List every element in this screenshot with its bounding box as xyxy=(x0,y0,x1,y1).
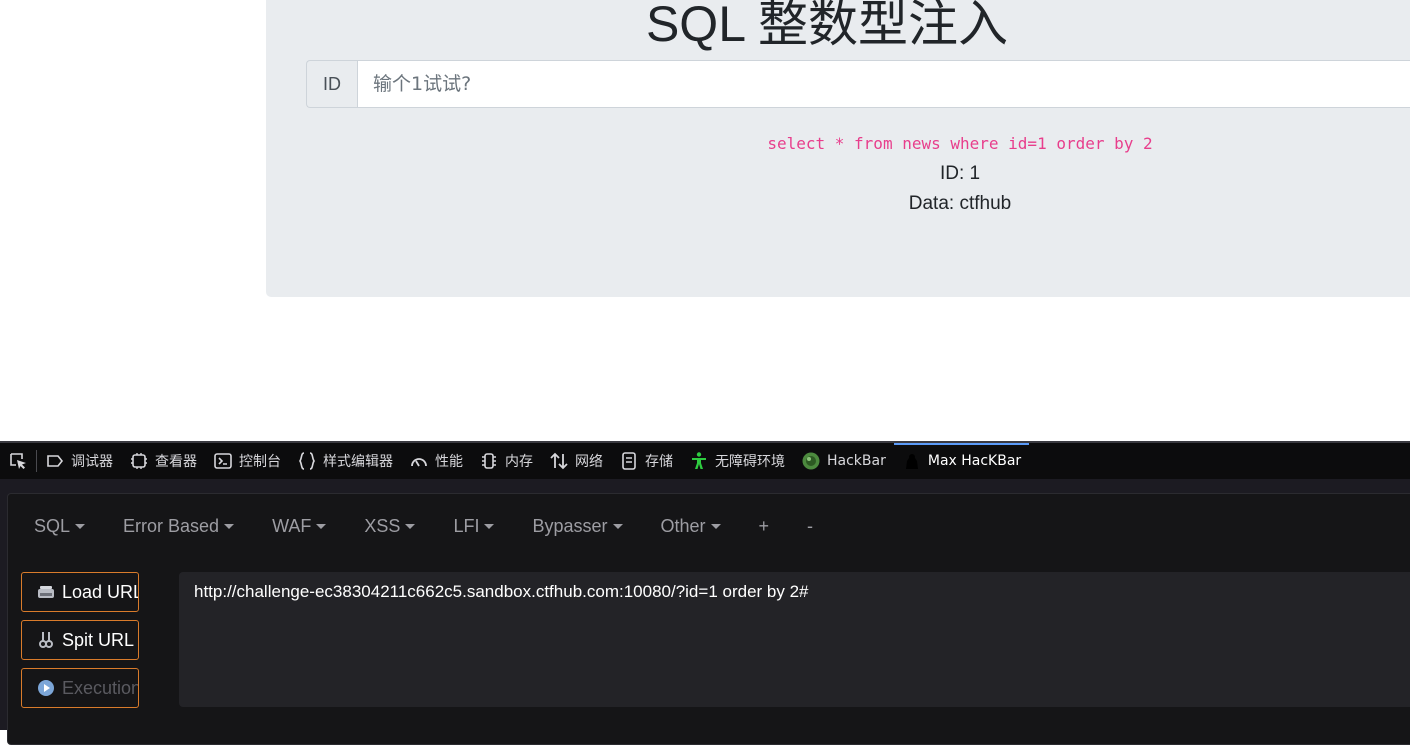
chevron-down-icon xyxy=(710,523,721,529)
hackbar-menu-item[interactable]: - xyxy=(807,516,813,537)
devtools-tab-network[interactable]: 网络 xyxy=(541,443,611,479)
devtools-tab-label: 无障碍环境 xyxy=(715,454,785,470)
storage-icon xyxy=(619,451,639,471)
devtools-tab-storage[interactable]: 存储 xyxy=(611,443,681,479)
devtools-tab-style-editor[interactable]: 样式编辑器 xyxy=(289,443,401,479)
devtools-tab-console[interactable]: 控制台 xyxy=(205,443,289,479)
chevron-down-icon xyxy=(484,523,495,529)
performance-icon xyxy=(409,451,429,471)
devtools-tab-memory[interactable]: 内存 xyxy=(471,443,541,479)
result-id: ID: 1 xyxy=(939,163,981,184)
split-url-button[interactable]: Spit URL xyxy=(21,620,139,660)
memory-icon xyxy=(479,451,499,471)
hackbar-menu-item[interactable]: SQL xyxy=(34,515,86,537)
play-icon xyxy=(38,680,54,696)
chevron-down-icon xyxy=(316,523,327,529)
hackbar-menu-label: Error Based xyxy=(123,515,220,536)
devtools-toolbar: 调试器 查看器 控制台 样式编辑器 性能 内存 网络 存储 无障碍环境 HackBar Max Ha… xyxy=(0,441,1410,479)
chevron-down-icon xyxy=(612,523,623,529)
drive-icon xyxy=(38,586,54,598)
hackbar-menu-item[interactable]: Other xyxy=(661,516,721,537)
hackbar-menu-label: SQL xyxy=(34,515,71,536)
devtools-tab-label: 网络 xyxy=(575,454,603,470)
result-data: Data: ctfhub xyxy=(908,193,1012,214)
hackbar-icon xyxy=(801,451,821,471)
split-url-label: Spit URL xyxy=(62,629,135,650)
devtools-tab-label: HackBar xyxy=(827,453,886,469)
input-prefix-label: ID xyxy=(306,60,357,108)
chevron-down-icon xyxy=(75,523,86,529)
accessibility-icon xyxy=(689,451,709,471)
scissors-icon xyxy=(39,632,53,648)
devtools-panel: 调试器 查看器 控制台 样式编辑器 性能 内存 网络 存储 无障碍环境 HackBar Max Ha… xyxy=(0,441,1410,745)
hackbar-menu-label: Other xyxy=(660,515,706,536)
hackbar-menu-label: LFI xyxy=(453,515,480,536)
hackbar-menu-label: + xyxy=(758,515,770,536)
hackbar-menu-item[interactable]: LFI xyxy=(453,515,495,537)
load-url-button[interactable]: Load URL xyxy=(21,572,139,612)
id-input[interactable] xyxy=(357,60,1410,108)
devtools-tab-label: 性能 xyxy=(435,454,463,470)
console-icon xyxy=(213,451,233,471)
devtools-tab-label: Max HacKBar xyxy=(927,453,1022,469)
devtools-tab-label: 内存 xyxy=(505,454,533,470)
chevron-down-icon xyxy=(405,523,416,529)
network-icon xyxy=(549,451,569,471)
devtools-tab-label: 调试器 xyxy=(71,454,113,470)
hackbar-menu-label: Bypasser xyxy=(532,515,608,536)
hackbar-panel: SQL Error Based WAF XSS LFI Bypasser Other + - L… xyxy=(7,493,1410,745)
hackbar-menu-item[interactable]: XSS xyxy=(364,515,416,537)
devtools-tab-label: 控制台 xyxy=(239,454,281,470)
page-title: SQL 整数型注入 xyxy=(645,0,1009,52)
hackbar-menu-item[interactable]: + xyxy=(759,516,770,537)
inspector-icon xyxy=(129,451,149,471)
hackbar-menu-label: WAF xyxy=(272,515,312,536)
devtools-tab-max-hackbar[interactable]: Max HacKBar xyxy=(893,443,1030,479)
devtools-tab-hackbar[interactable]: HackBar xyxy=(793,443,894,479)
id-input-group: ID xyxy=(306,60,1410,108)
hackbar-menu-item[interactable]: Bypasser xyxy=(532,515,623,537)
devtools-tab-inspector[interactable]: 查看器 xyxy=(121,443,205,479)
execution-label: Execution xyxy=(62,677,139,698)
devtools-tab-debugger[interactable]: 调试器 xyxy=(37,443,121,479)
hackbar-menu-item[interactable]: Error Based xyxy=(123,515,235,537)
element-picker-button[interactable] xyxy=(0,450,37,472)
execution-button[interactable]: Execution xyxy=(21,668,139,708)
hackbar-menu-item[interactable]: WAF xyxy=(272,515,327,537)
url-textarea[interactable]: http://challenge-ec38304211c662c5.sandbo… xyxy=(179,572,1410,707)
devtools-tab-label: 查看器 xyxy=(155,454,197,470)
sql-query-text: select * from news where id=1 order by 2 xyxy=(767,134,1153,153)
devtools-tab-label: 样式编辑器 xyxy=(323,454,393,470)
debugger-icon xyxy=(45,451,65,471)
devtools-tab-accessibility[interactable]: 无障碍环境 xyxy=(681,443,793,479)
chevron-down-icon xyxy=(224,523,235,529)
hackbar-menu: SQL Error Based WAF XSS LFI Bypasser Other + - xyxy=(8,494,1408,558)
max-hackbar-icon xyxy=(902,451,922,471)
load-url-label: Load URL xyxy=(62,581,139,602)
style-editor-icon xyxy=(297,451,317,471)
hackbar-menu-label: - xyxy=(807,515,814,536)
hackbar-menu-label: XSS xyxy=(364,515,401,536)
devtools-tab-label: 存储 xyxy=(645,454,673,470)
element-picker-icon xyxy=(10,453,26,469)
devtools-tab-performance[interactable]: 性能 xyxy=(401,443,471,479)
